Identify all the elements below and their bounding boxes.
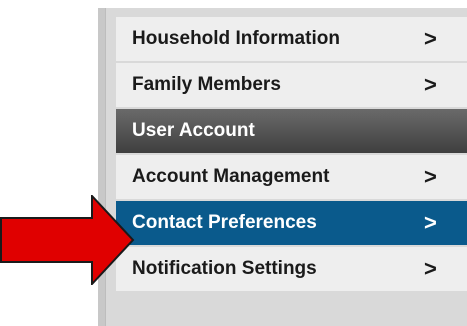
menu-item-account-management[interactable]: Account Management > <box>116 155 467 201</box>
chevron-right-icon: > <box>424 26 437 51</box>
chevron-right-icon: > <box>424 72 437 97</box>
red-arrow-icon <box>0 195 135 285</box>
menu-item-label: Family Members <box>132 74 281 95</box>
red-arrow-shape <box>0 195 135 285</box>
side-menu: Household Information > Family Members >… <box>116 17 467 293</box>
menu-item-household-information[interactable]: Household Information > <box>116 17 467 63</box>
chevron-right-icon: > <box>424 256 437 281</box>
menu-item-family-members[interactable]: Family Members > <box>116 63 467 109</box>
menu-item-label: Contact Preferences <box>132 212 317 233</box>
chevron-right-icon: > <box>424 164 437 189</box>
menu-item-notification-settings[interactable]: Notification Settings > <box>116 247 467 293</box>
menu-item-label: Account Management <box>132 166 330 187</box>
menu-item-contact-preferences[interactable]: Contact Preferences > <box>116 201 467 247</box>
chevron-right-icon: > <box>424 210 437 235</box>
section-header-user-account: User Account <box>116 109 467 155</box>
section-header-label: User Account <box>132 120 255 141</box>
menu-item-label: Notification Settings <box>132 258 317 279</box>
menu-item-label: Household Information <box>132 28 340 49</box>
